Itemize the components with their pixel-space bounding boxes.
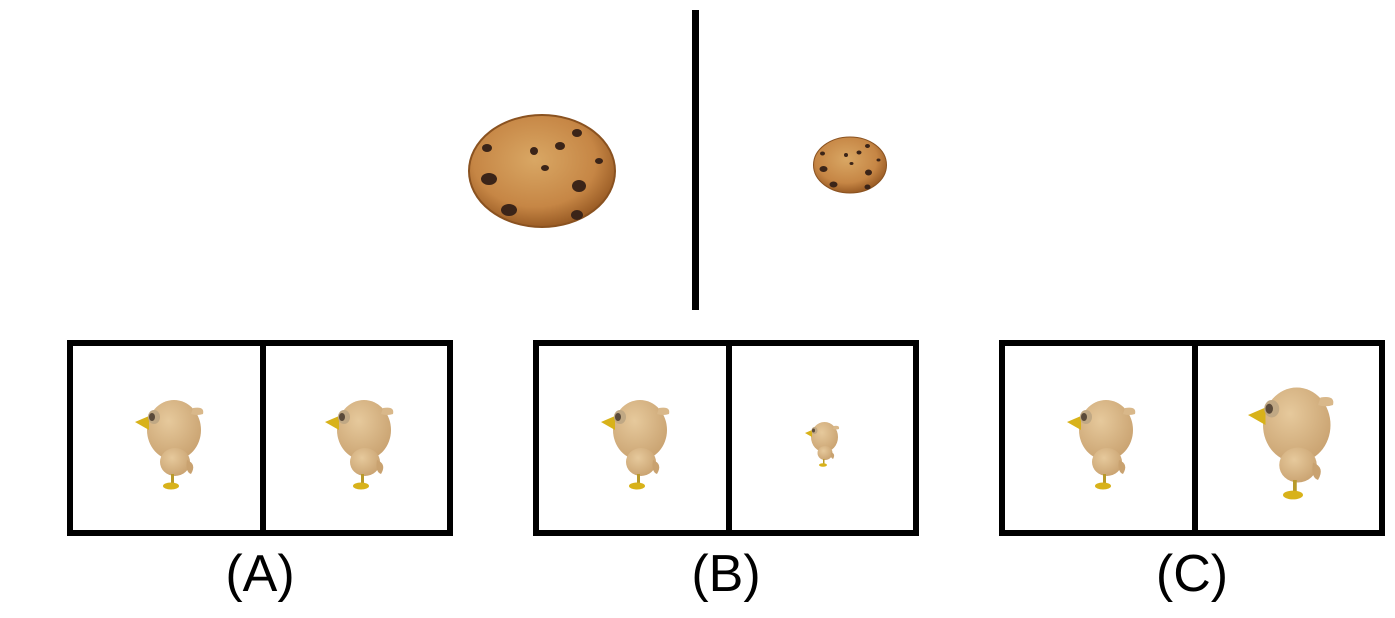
- option-c-label: (C): [1155, 545, 1229, 603]
- bird-small-image: [803, 419, 843, 469]
- panel-divider: [726, 346, 732, 530]
- bird-right-image: [321, 394, 401, 494]
- option-b-panel[interactable]: [533, 340, 919, 536]
- cookie-small-image: [812, 136, 888, 194]
- bird-left-image: [1063, 394, 1143, 494]
- option-a-panel[interactable]: [67, 340, 453, 536]
- bird-large-image: [1243, 380, 1343, 505]
- bird-left-image: [597, 394, 677, 494]
- option-a-label: (A): [225, 545, 295, 603]
- panel-divider: [260, 346, 266, 530]
- option-c-panel[interactable]: [999, 340, 1385, 536]
- option-b-label: (B): [691, 545, 761, 603]
- stimulus-divider: [692, 10, 699, 310]
- bird-left-image: [131, 394, 211, 494]
- panel-divider: [1192, 346, 1198, 530]
- cookie-large-image: [467, 113, 617, 229]
